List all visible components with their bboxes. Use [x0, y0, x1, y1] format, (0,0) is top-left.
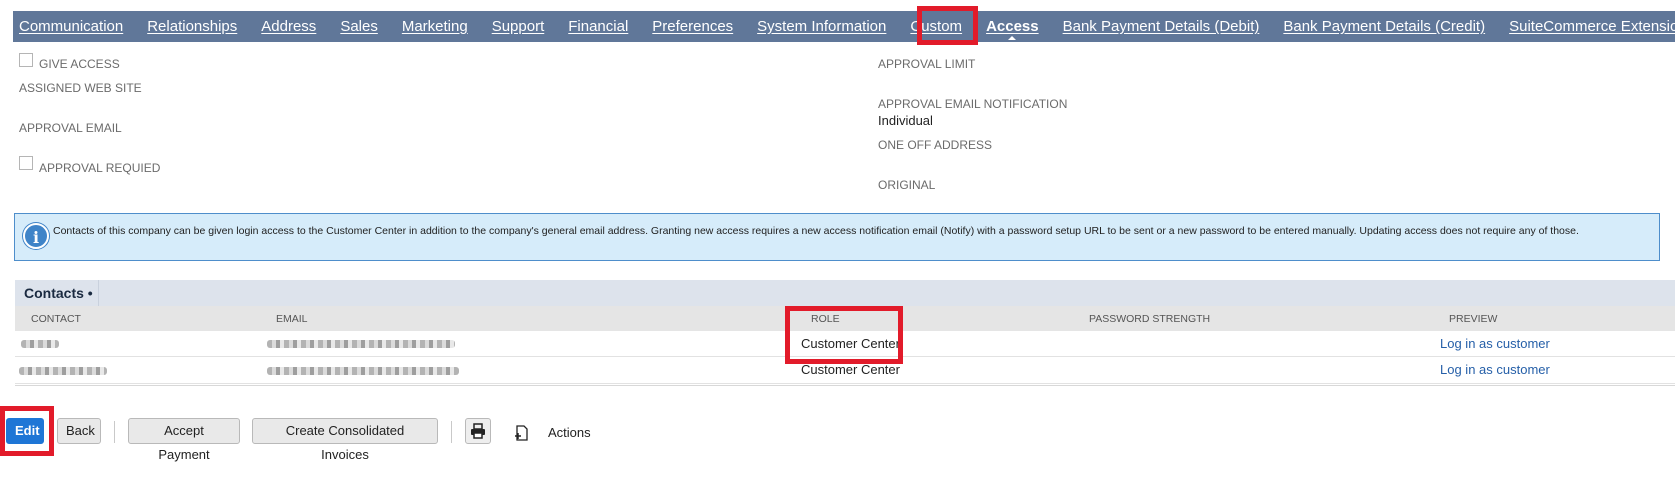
table-row: Customer Center Log in as customer — [15, 358, 1675, 384]
sublist-bottom-border — [15, 385, 1675, 386]
tab-communication[interactable]: Communication — [13, 11, 135, 42]
tab-relationships[interactable]: Relationships — [135, 11, 249, 42]
tab-bank-payment-credit[interactable]: Bank Payment Details (Credit) — [1271, 11, 1497, 42]
contacts-sublist-header — [15, 280, 1675, 306]
approval-required-label: APPROVAL REQUIED — [39, 161, 161, 175]
contact-role: Customer Center — [801, 336, 900, 351]
original-label: ORIGINAL — [878, 178, 936, 192]
contact-email-redacted — [267, 340, 455, 348]
info-icon: i — [23, 223, 49, 249]
record-tab-bar: Communication Relationships Address Sale… — [13, 11, 1675, 42]
tab-marketing[interactable]: Marketing — [390, 11, 480, 42]
tab-access[interactable]: Access — [974, 11, 1051, 42]
give-access-label: GIVE ACCESS — [39, 57, 120, 71]
approval-required-checkbox[interactable] — [19, 156, 33, 170]
printer-icon — [471, 423, 485, 439]
actions-icon[interactable] — [513, 424, 531, 442]
tab-financial[interactable]: Financial — [556, 11, 640, 42]
button-separator — [451, 421, 452, 443]
tab-sales[interactable]: Sales — [328, 11, 390, 42]
one-off-address-label: ONE OFF ADDRESS — [878, 138, 993, 152]
contact-name-redacted — [19, 367, 107, 375]
button-separator — [114, 421, 115, 443]
edit-button[interactable]: Edit — [6, 418, 44, 444]
info-banner: i Contacts of this company can be given … — [14, 213, 1660, 261]
contacts-column-header-row — [15, 306, 1675, 331]
print-button[interactable] — [465, 418, 491, 444]
create-consolidated-invoices-button[interactable]: Create Consolidated Invoices — [252, 418, 438, 462]
give-access-checkbox[interactable] — [19, 53, 33, 67]
info-message: Contacts of this company can be given lo… — [53, 225, 1579, 237]
tab-system-information[interactable]: System Information — [745, 11, 898, 42]
tab-suitecommerce-extensions[interactable]: SuiteCommerce Extensions — [1497, 11, 1675, 42]
contact-email-redacted — [267, 367, 459, 375]
column-contact[interactable]: CONTACT — [31, 313, 81, 325]
contact-role: Customer Center — [801, 362, 900, 377]
table-row: Customer Center Log in as customer — [15, 331, 1675, 357]
login-as-customer-link[interactable]: Log in as customer — [1440, 336, 1550, 351]
approval-email-notification-label: APPROVAL EMAIL NOTIFICATION — [878, 97, 1068, 111]
approval-email-notification-value: Individual — [878, 113, 933, 128]
contact-name-redacted — [21, 340, 59, 348]
contacts-sublist-tab[interactable]: Contacts • — [15, 280, 99, 306]
tab-support[interactable]: Support — [480, 11, 557, 42]
actions-menu[interactable]: Actions — [548, 425, 591, 440]
tab-address[interactable]: Address — [249, 11, 328, 42]
login-as-customer-link[interactable]: Log in as customer — [1440, 362, 1550, 377]
column-role[interactable]: ROLE — [811, 313, 840, 325]
tab-preferences[interactable]: Preferences — [640, 11, 745, 42]
assigned-web-site-label: ASSIGNED WEB SITE — [19, 81, 142, 95]
accept-payment-button[interactable]: Accept Payment — [128, 418, 240, 462]
column-password-strength[interactable]: PASSWORD STRENGTH — [1089, 313, 1210, 325]
approval-limit-label: APPROVAL LIMIT — [878, 57, 976, 71]
tab-bank-payment-debit[interactable]: Bank Payment Details (Debit) — [1051, 11, 1272, 42]
tab-custom[interactable]: Custom — [898, 11, 974, 42]
column-email[interactable]: EMAIL — [276, 313, 308, 325]
column-preview[interactable]: PREVIEW — [1449, 313, 1497, 325]
back-button[interactable]: Back — [57, 418, 101, 444]
approval-email-label: APPROVAL EMAIL — [19, 121, 122, 135]
